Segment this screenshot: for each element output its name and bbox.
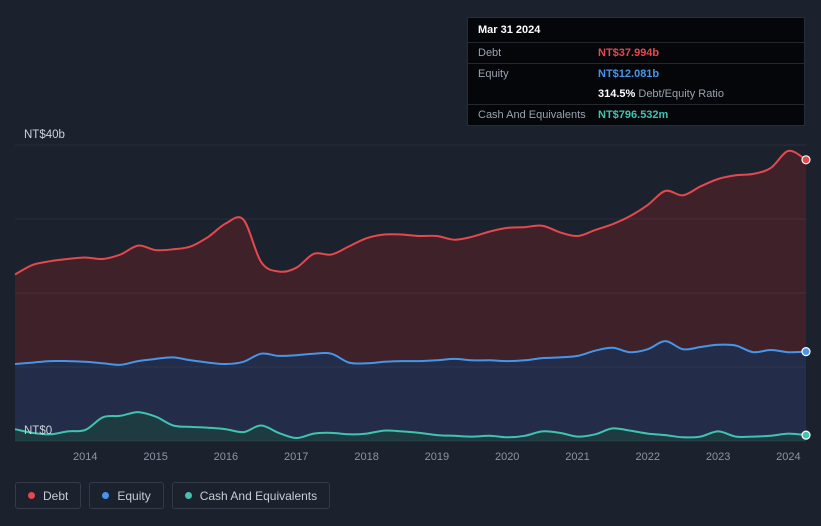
- legend-cash-label: Cash And Equivalents: [199, 488, 318, 503]
- cash-and-equivalents-endpoint-marker[interactable]: [801, 430, 811, 440]
- tooltip-cash-label: Cash And Equivalents: [478, 109, 586, 121]
- tooltip-ratio-value: 314.5%: [598, 88, 636, 100]
- debt-equity-history-panel: NT$40b NT$0 2014 2015 2016 2017 2018 2019 2020 20…: [0, 0, 821, 526]
- debt-endpoint-marker[interactable]: [801, 155, 811, 165]
- tooltip-row-debt: Debt NT$37.994b: [468, 43, 804, 64]
- x-axis-label: 2017: [284, 451, 308, 463]
- x-axis-label: 2019: [425, 451, 449, 463]
- legend-equity-label: Equity: [117, 488, 151, 503]
- tooltip-cash-value: NT$796.532m: [598, 109, 669, 121]
- chart-legend: Debt Equity Cash And Equivalents: [15, 482, 331, 509]
- tooltip-row-cash: Cash And Equivalents NT$796.532m: [468, 105, 804, 125]
- x-axis-label: 2018: [354, 451, 378, 463]
- tooltip-equity-label: Equity: [478, 68, 509, 80]
- tooltip-ratio-label: Debt/Equity Ratio: [638, 88, 724, 100]
- legend-equity-dot: [102, 492, 110, 499]
- tooltip-date: Mar 31 2024: [468, 18, 804, 43]
- x-axis-label: 2021: [565, 451, 589, 463]
- legend-debt-dot: [28, 492, 35, 499]
- legend-item-equity[interactable]: Equity: [89, 482, 164, 509]
- legend-debt-label: Debt: [43, 488, 69, 503]
- x-axis-label: 2020: [495, 451, 519, 463]
- tooltip-equity-value: NT$12.081b: [598, 68, 660, 80]
- tooltip-debt-value: NT$37.994b: [598, 47, 660, 59]
- tooltip-ratio: 314.5% Debt/Equity Ratio: [598, 88, 724, 100]
- x-axis-label: 2014: [73, 451, 97, 463]
- y-axis-label: NT$40b: [24, 129, 65, 141]
- x-axis-label: 2024: [776, 451, 800, 463]
- legend-item-debt[interactable]: Debt: [15, 482, 82, 509]
- chart-tooltip: Mar 31 2024 Debt NT$37.994b Equity NT$12…: [467, 17, 805, 126]
- y-axis-label: NT$0: [24, 425, 52, 437]
- tooltip-row-equity: Equity NT$12.081b: [468, 64, 804, 84]
- x-axis-label: 2023: [706, 451, 730, 463]
- x-axis-label: 2016: [214, 451, 238, 463]
- legend-cash-dot: [184, 492, 192, 499]
- tooltip-row-ratio: 314.5% Debt/Equity Ratio: [468, 84, 804, 105]
- tooltip-debt-label: Debt: [478, 47, 502, 59]
- legend-item-cash[interactable]: Cash And Equivalents: [171, 482, 331, 509]
- x-axis-label: 2015: [143, 451, 167, 463]
- equity-endpoint-marker[interactable]: [801, 347, 811, 357]
- x-axis-label: 2022: [636, 451, 660, 463]
